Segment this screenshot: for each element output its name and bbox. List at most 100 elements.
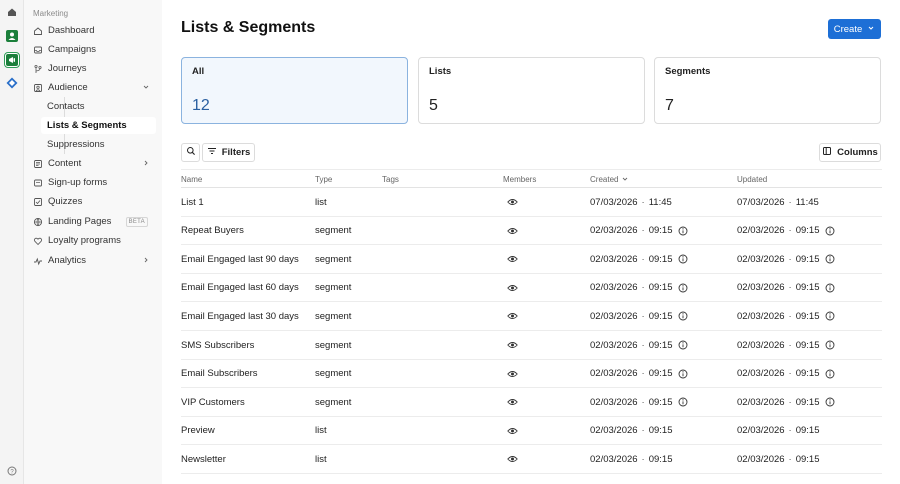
separator-dot: · bbox=[788, 396, 792, 408]
row-type: segment bbox=[315, 253, 352, 265]
view-members-icon[interactable] bbox=[507, 360, 518, 388]
created-time: 09:15 bbox=[648, 396, 673, 408]
sidebar-item-audience[interactable]: Audience bbox=[30, 79, 156, 96]
info-icon[interactable] bbox=[825, 369, 835, 379]
table-row[interactable]: Email Engaged last 90 days segment 02/03/2… bbox=[181, 245, 882, 274]
row-type: segment bbox=[315, 225, 352, 237]
view-members-icon[interactable] bbox=[507, 217, 518, 245]
quiz-icon bbox=[33, 197, 43, 207]
view-members-icon[interactable] bbox=[507, 302, 518, 330]
sort-desc-icon bbox=[622, 175, 628, 184]
table-row[interactable]: Email Engaged last 30 days segment 02/03/2… bbox=[181, 302, 882, 331]
create-button[interactable]: Create bbox=[828, 19, 881, 39]
table-row[interactable]: Email Subscribers segment 02/03/2026 · 09:15… bbox=[181, 360, 882, 389]
view-members-icon[interactable] bbox=[507, 388, 518, 416]
sidebar-item-suppressions[interactable]: Suppressions bbox=[41, 136, 156, 153]
view-members-icon[interactable] bbox=[507, 417, 518, 445]
updated-time: 09:15 bbox=[795, 310, 820, 322]
column-header-created[interactable]: Created bbox=[590, 175, 628, 184]
diamond-icon[interactable] bbox=[4, 75, 20, 91]
row-updated: 07/03/2026 · 11:45 bbox=[737, 188, 819, 216]
sidebar-item-label: Lists & Segments bbox=[47, 120, 127, 131]
table-row[interactable]: List 1 list 07/03/2026 · 11:45 07/03/2026 · 11:… bbox=[181, 188, 882, 217]
columns-button[interactable]: Columns bbox=[819, 143, 881, 162]
table-row[interactable]: SMS Subscribers segment 02/03/2026 · 09:15 02… bbox=[181, 331, 882, 360]
info-icon[interactable] bbox=[678, 226, 688, 236]
row-name[interactable]: List 1 bbox=[181, 188, 204, 216]
column-header-members[interactable]: Members bbox=[503, 175, 536, 184]
card-lists[interactable]: Lists 5 bbox=[418, 57, 645, 124]
separator-dot: · bbox=[788, 368, 792, 380]
column-header-updated[interactable]: Updated bbox=[737, 175, 767, 184]
info-icon[interactable] bbox=[678, 369, 688, 379]
table-row[interactable]: VIP Customers segment 02/03/2026 · 09:15 02/0… bbox=[181, 388, 882, 417]
sidebar-item-dashboard[interactable]: Dashboard bbox=[30, 22, 156, 39]
view-members-icon[interactable] bbox=[507, 331, 518, 359]
row-name[interactable]: VIP Customers bbox=[181, 388, 245, 416]
view-members-icon[interactable] bbox=[507, 188, 518, 216]
create-button-label: Create bbox=[833, 23, 863, 35]
info-icon[interactable] bbox=[825, 340, 835, 350]
search-button[interactable] bbox=[181, 143, 200, 162]
app-rail: ? bbox=[0, 0, 24, 484]
sidebar-item-lists-segments[interactable]: Lists & Segments bbox=[41, 117, 156, 134]
table-row[interactable]: Newsletter list 02/03/2026 · 09:15 02/03/2026… bbox=[181, 445, 882, 474]
info-icon[interactable] bbox=[825, 226, 835, 236]
table-row[interactable]: Email Engaged last 60 days segment 02/03/2… bbox=[181, 274, 882, 303]
info-icon[interactable] bbox=[678, 311, 688, 321]
column-header-name[interactable]: Name bbox=[181, 175, 202, 184]
row-name[interactable]: SMS Subscribers bbox=[181, 331, 254, 359]
row-name[interactable]: Repeat Buyers bbox=[181, 217, 244, 245]
sidebar-item-quizzes[interactable]: Quizzes bbox=[30, 193, 156, 210]
table-row[interactable]: Repeat Buyers segment 02/03/2026 · 09:15 02/0… bbox=[181, 217, 882, 246]
column-header-label: Created bbox=[590, 175, 619, 184]
view-members-icon[interactable] bbox=[507, 445, 518, 473]
sidebar-item-analytics[interactable]: Analytics bbox=[30, 252, 156, 269]
row-name[interactable]: Email Engaged last 90 days bbox=[181, 245, 299, 273]
sidebar-item-journeys[interactable]: Journeys bbox=[30, 60, 156, 77]
sidebar-item-loyalty-programs[interactable]: Loyalty programs bbox=[30, 232, 156, 249]
updated-time: 09:15 bbox=[795, 368, 820, 380]
updated-time: 09:15 bbox=[795, 253, 820, 265]
info-icon[interactable] bbox=[678, 283, 688, 293]
sidebar-item-signup-forms[interactable]: Sign-up forms bbox=[30, 174, 156, 191]
user-icon[interactable] bbox=[4, 28, 20, 44]
info-icon[interactable] bbox=[678, 397, 688, 407]
filter-icon bbox=[207, 146, 217, 159]
info-icon[interactable] bbox=[825, 397, 835, 407]
info-icon[interactable] bbox=[825, 283, 835, 293]
view-members-icon[interactable] bbox=[507, 274, 518, 302]
info-icon[interactable] bbox=[825, 311, 835, 321]
info-icon[interactable] bbox=[825, 254, 835, 264]
megaphone-icon[interactable] bbox=[4, 52, 20, 68]
sidebar-item-label: Suppressions bbox=[47, 139, 105, 150]
separator-dot: · bbox=[788, 253, 792, 265]
row-name[interactable]: Preview bbox=[181, 417, 215, 445]
column-header-tags[interactable]: Tags bbox=[382, 175, 399, 184]
info-icon[interactable] bbox=[678, 254, 688, 264]
sidebar-item-campaigns[interactable]: Campaigns bbox=[30, 41, 156, 58]
info-icon[interactable] bbox=[678, 340, 688, 350]
sidebar-item-content[interactable]: Content bbox=[30, 155, 156, 172]
row-name[interactable]: Newsletter bbox=[181, 445, 226, 473]
view-members-icon[interactable] bbox=[507, 245, 518, 273]
column-header-type[interactable]: Type bbox=[315, 175, 332, 184]
help-icon[interactable]: ? bbox=[4, 463, 20, 479]
row-type: segment bbox=[315, 310, 352, 322]
table-header: Name Type Tags Members Created Updated bbox=[181, 169, 882, 188]
sidebar-item-label: Sign-up forms bbox=[48, 177, 108, 188]
card-segments[interactable]: Segments 7 bbox=[654, 57, 881, 124]
updated-time: 09:15 bbox=[795, 282, 820, 294]
filters-button[interactable]: Filters bbox=[202, 143, 255, 162]
sidebar-item-landing-pages[interactable]: Landing Pages BETA bbox=[30, 213, 156, 230]
sidebar-item-contacts[interactable]: Contacts bbox=[41, 98, 156, 115]
home-icon[interactable] bbox=[4, 4, 20, 20]
row-created: 07/03/2026 · 11:45 bbox=[590, 188, 672, 216]
branch-icon bbox=[33, 64, 43, 74]
updated-date: 02/03/2026 bbox=[737, 282, 785, 294]
row-name[interactable]: Email Engaged last 30 days bbox=[181, 302, 299, 330]
row-name[interactable]: Email Engaged last 60 days bbox=[181, 274, 299, 302]
card-all[interactable]: All 12 bbox=[181, 57, 408, 124]
row-name[interactable]: Email Subscribers bbox=[181, 360, 258, 388]
table-row[interactable]: Preview list 02/03/2026 · 09:15 02/03/2026 · 09… bbox=[181, 417, 882, 446]
